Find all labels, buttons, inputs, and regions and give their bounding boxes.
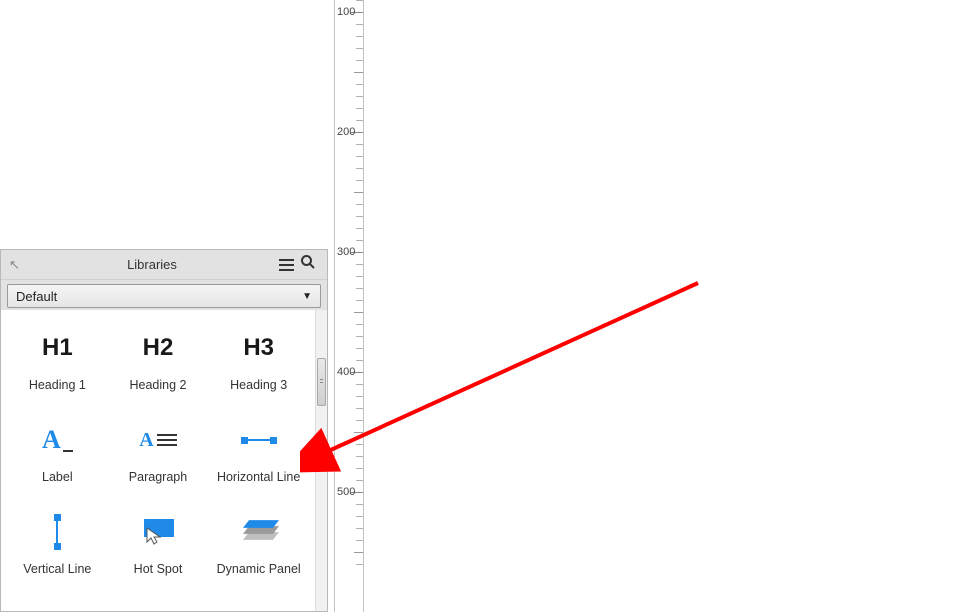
- widget-label: Heading 1: [29, 378, 86, 392]
- heading1-icon: H1: [42, 334, 73, 362]
- library-select-row: Default ▼: [1, 280, 327, 313]
- library-select-value: Default: [16, 289, 302, 304]
- widget-label: Label: [42, 470, 73, 484]
- paragraph-icon: A: [139, 429, 176, 452]
- widget-label: Horizontal Line: [217, 470, 300, 484]
- vertical-ruler: 100200300400500: [334, 0, 364, 612]
- widget-heading1[interactable]: H1 Heading 1: [7, 328, 108, 392]
- widget-heading2[interactable]: H2 Heading 2: [108, 328, 209, 392]
- dynamic-panel-icon: [242, 517, 276, 547]
- widget-label: Vertical Line: [23, 562, 91, 576]
- library-select[interactable]: Default ▼: [7, 284, 321, 308]
- heading3-icon: H3: [243, 334, 274, 362]
- widget-vertical-line[interactable]: Vertical Line: [7, 512, 108, 576]
- widget-grid: H1 Heading 1 H2 Heading 2 H3 Heading 3 A…: [1, 310, 315, 586]
- widget-hotspot[interactable]: Hot Spot: [108, 512, 209, 576]
- hamburger-icon: [279, 259, 294, 271]
- widget-label: Paragraph: [129, 470, 187, 484]
- widget-label: Heading 3: [230, 378, 287, 392]
- widget-horizontal-line[interactable]: Horizontal Line: [208, 420, 309, 484]
- panel-menu-button[interactable]: [275, 255, 297, 275]
- panel-detach-icon[interactable]: ↖: [9, 257, 29, 273]
- search-icon: [300, 254, 316, 270]
- chevron-down-icon: ▼: [302, 291, 312, 302]
- label-icon: A: [42, 425, 73, 455]
- widget-heading3[interactable]: H3 Heading 3: [208, 328, 309, 392]
- libraries-panel-body: H1 Heading 1 H2 Heading 2 H3 Heading 3 A…: [1, 310, 327, 611]
- panel-search-button[interactable]: [297, 254, 319, 275]
- vertical-line-icon: [54, 514, 61, 550]
- panel-scroll-thumb[interactable]: [317, 358, 326, 406]
- panel-title: Libraries: [29, 257, 275, 272]
- widget-label[interactable]: A Label: [7, 420, 108, 484]
- hotspot-icon: [140, 519, 176, 545]
- widget-dynamic-panel[interactable]: Dynamic Panel: [208, 512, 309, 576]
- widget-paragraph[interactable]: A Paragraph: [108, 420, 209, 484]
- widget-label: Heading 2: [129, 378, 186, 392]
- panel-scrollbar[interactable]: [315, 310, 327, 611]
- widget-label: Hot Spot: [134, 562, 183, 576]
- widget-label: Dynamic Panel: [217, 562, 301, 576]
- libraries-panel: ↖ Libraries Default ▼ H1 Heading 1 H2 He…: [0, 249, 328, 612]
- libraries-panel-header: ↖ Libraries: [1, 250, 327, 280]
- horizontal-line-icon: [241, 437, 277, 444]
- heading2-icon: H2: [143, 334, 174, 362]
